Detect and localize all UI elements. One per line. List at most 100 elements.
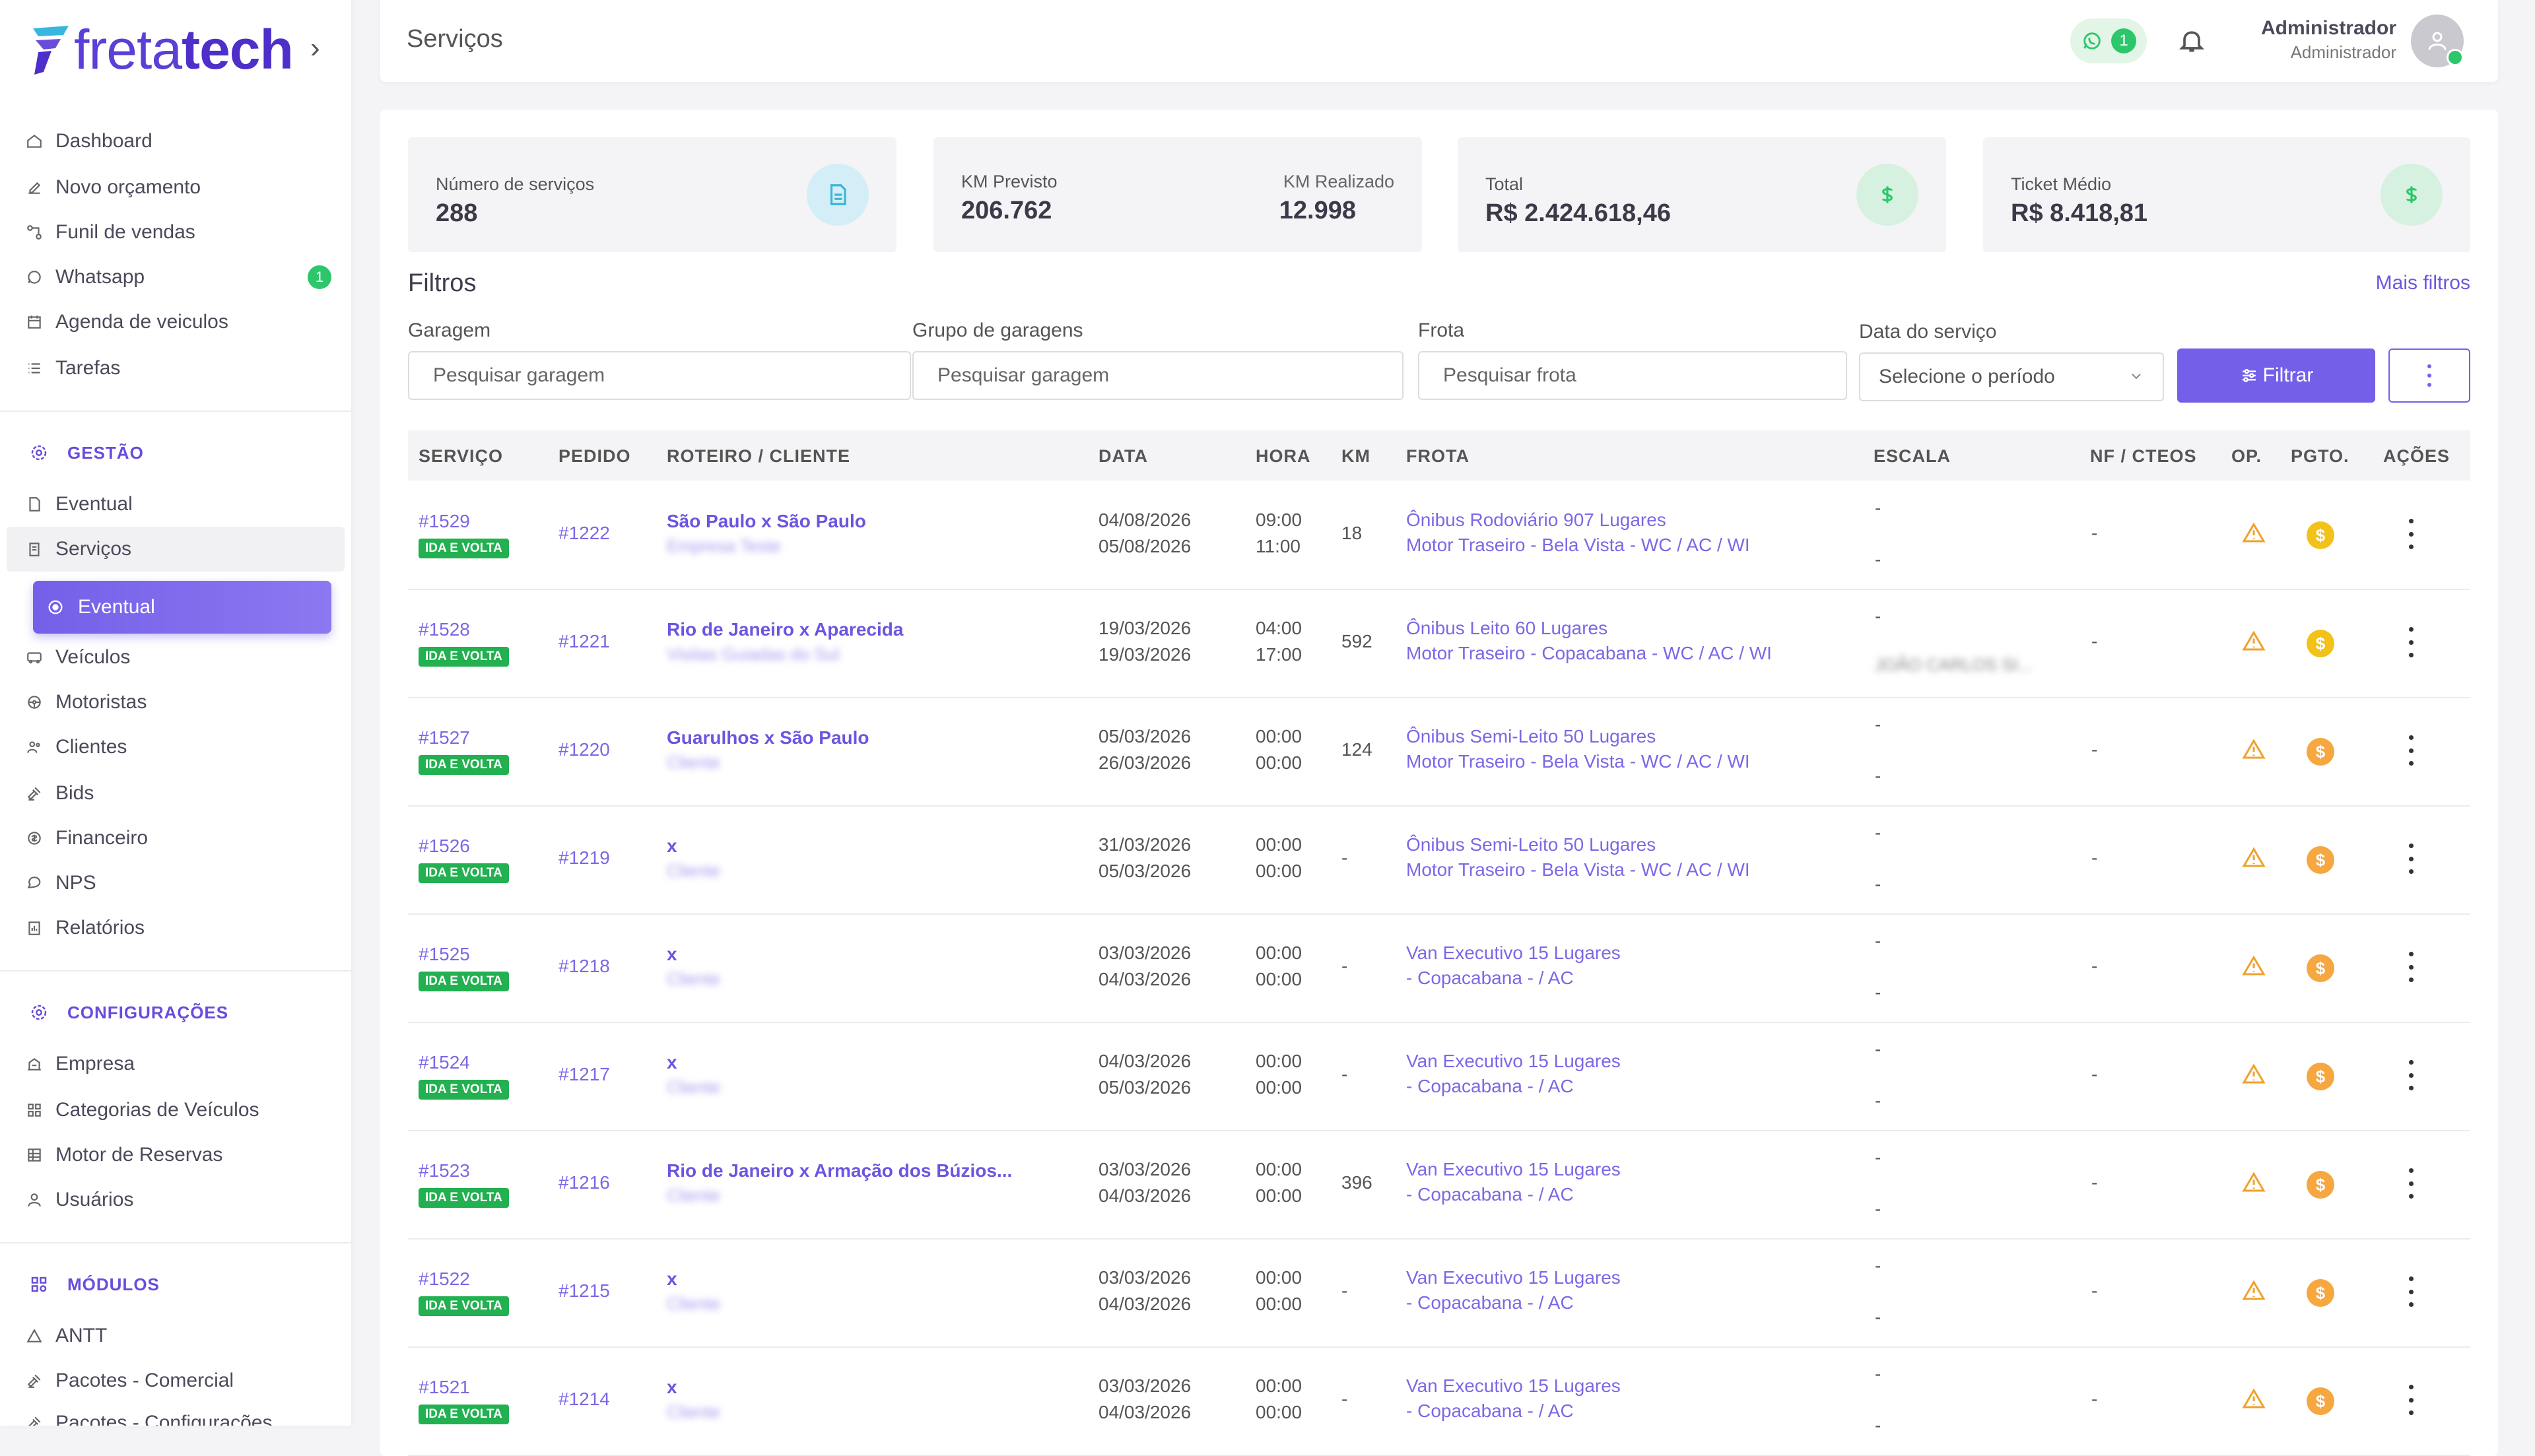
col-header-pgto[interactable]: PGTO. <box>2291 446 2349 467</box>
frota-details[interactable]: - Copacabana - / AC <box>1406 1292 1574 1313</box>
servico-id-link[interactable]: #1524 <box>419 1052 470 1073</box>
pedido-link[interactable]: #1215 <box>558 1280 610 1302</box>
periodo-select[interactable]: Selecione o período <box>1859 352 2164 401</box>
col-header-servico[interactable]: SERVIÇO <box>419 446 503 467</box>
frota-vehicle-link[interactable]: Van Executivo 15 Lugares <box>1406 1051 1621 1072</box>
sidebar-item-motor-de-reservas[interactable]: Motor de Reservas <box>25 1137 222 1174</box>
payment-dollar-icon[interactable]: $ <box>2307 521 2334 549</box>
user-name[interactable]: Administrador <box>2261 17 2396 40</box>
frota-details[interactable]: - Copacabana - / AC <box>1406 1076 1574 1097</box>
bell-icon[interactable] <box>2177 26 2206 55</box>
logo[interactable]: fretatech <box>29 18 294 81</box>
payment-dollar-icon[interactable]: $ <box>2307 1063 2334 1090</box>
more-filters-link[interactable]: Mais filtros <box>2376 272 2470 294</box>
roteiro-link[interactable]: x <box>667 836 677 857</box>
frota-details[interactable]: Motor Traseiro - Copacabana - WC / AC / … <box>1406 643 1772 664</box>
row-actions-kebab-icon[interactable] <box>2406 519 2416 549</box>
frota-details[interactable]: - Copacabana - / AC <box>1406 968 1574 989</box>
sidebar-item-servicos[interactable]: Serviços <box>25 531 131 568</box>
pedido-link[interactable]: #1222 <box>558 523 610 544</box>
row-actions-kebab-icon[interactable] <box>2406 952 2416 982</box>
sidebar-item-dashboard[interactable]: Dashboard <box>25 123 152 160</box>
roteiro-link[interactable]: x <box>667 1269 677 1290</box>
frota-vehicle-link[interactable]: Van Executivo 15 Lugares <box>1406 1375 1621 1397</box>
sidebar-item-whatsapp[interactable]: Whatsapp <box>25 259 145 296</box>
row-actions-kebab-icon[interactable] <box>2406 1168 2416 1199</box>
payment-dollar-icon[interactable]: $ <box>2307 630 2334 657</box>
sidebar-subitem-eventual-active[interactable]: Eventual <box>33 581 331 634</box>
sidebar-item-empresa[interactable]: Empresa <box>25 1045 135 1082</box>
sidebar-item-clientes[interactable]: Clientes <box>25 729 127 766</box>
col-header-frota[interactable]: FROTA <box>1406 446 1470 467</box>
collapse-chevron-icon[interactable]: › <box>310 32 320 65</box>
servico-id-link[interactable]: #1526 <box>419 836 470 857</box>
table-row[interactable]: #1526 IDA E VOLTA #1219 x Cliente 31/03/2026 0… <box>408 805 2470 915</box>
pedido-link[interactable]: #1216 <box>558 1172 610 1193</box>
col-header-acoes[interactable]: AÇÕES <box>2383 446 2450 467</box>
servico-id-link[interactable]: #1523 <box>419 1160 470 1181</box>
frota-details[interactable]: - Copacabana - / AC <box>1406 1184 1574 1205</box>
frota-vehicle-link[interactable]: Ônibus Semi-Leito 50 Lugares <box>1406 834 1656 855</box>
table-row[interactable]: #1527 IDA E VOLTA #1220 Guarulhos x São Pau… <box>408 697 2470 807</box>
warning-icon[interactable] <box>2242 1387 2266 1411</box>
sidebar-item-pacotes-configuracoes[interactable]: Pacotes - Configurações <box>25 1405 273 1426</box>
pedido-link[interactable]: #1220 <box>558 739 610 760</box>
pedido-link[interactable]: #1218 <box>558 956 610 977</box>
frota-details[interactable]: Motor Traseiro - Bela Vista - WC / AC / … <box>1406 535 1750 556</box>
frota-vehicle-link[interactable]: Ônibus Semi-Leito 50 Lugares <box>1406 726 1656 747</box>
col-header-data[interactable]: DATA <box>1098 446 1148 467</box>
servico-id-link[interactable]: #1528 <box>419 619 470 640</box>
more-options-button[interactable] <box>2388 348 2470 403</box>
sidebar-item-bids[interactable]: Bids <box>25 775 94 812</box>
table-row[interactable]: #1528 IDA E VOLTA #1221 Rio de Janeiro x Ap… <box>408 589 2470 698</box>
whatsapp-button[interactable]: 1 <box>2070 18 2147 63</box>
filter-button[interactable]: Filtrar <box>2177 348 2375 403</box>
frota-details[interactable]: Motor Traseiro - Bela Vista - WC / AC / … <box>1406 859 1750 880</box>
frota-vehicle-link[interactable]: Van Executivo 15 Lugares <box>1406 1267 1621 1288</box>
frota-vehicle-link[interactable]: Van Executivo 15 Lugares <box>1406 1159 1621 1180</box>
col-header-escala[interactable]: ESCALA <box>1874 446 1951 467</box>
warning-icon[interactable] <box>2242 1279 2266 1303</box>
sidebar-item-funil-de-vendas[interactable]: Funil de vendas <box>25 214 195 251</box>
col-header-op[interactable]: OP. <box>2231 446 2262 467</box>
row-actions-kebab-icon[interactable] <box>2406 1060 2416 1090</box>
servico-id-link[interactable]: #1522 <box>419 1269 470 1290</box>
frota-vehicle-link[interactable]: Ônibus Leito 60 Lugares <box>1406 618 1607 639</box>
warning-icon[interactable] <box>2242 846 2266 870</box>
frota-vehicle-link[interactable]: Ônibus Rodoviário 907 Lugares <box>1406 510 1666 531</box>
sidebar-item-tarefas[interactable]: Tarefas <box>25 350 120 387</box>
col-header-km[interactable]: KM <box>1341 446 1370 467</box>
sidebar-item-pacotes-comercial[interactable]: Pacotes - Comercial <box>25 1362 234 1399</box>
table-row[interactable]: #1529 IDA E VOLTA #1222 São Paulo x São Pau… <box>408 480 2470 590</box>
row-actions-kebab-icon[interactable] <box>2406 1276 2416 1307</box>
servico-id-link[interactable]: #1529 <box>419 511 470 532</box>
row-actions-kebab-icon[interactable] <box>2406 844 2416 874</box>
sidebar-item-usuarios[interactable]: Usuários <box>25 1181 133 1218</box>
servico-id-link[interactable]: #1525 <box>419 944 470 965</box>
payment-dollar-icon[interactable]: $ <box>2307 1171 2334 1199</box>
sidebar-item-categorias-de-veiculos[interactable]: Categorias de Veículos <box>25 1092 259 1129</box>
sidebar-item-veiculos[interactable]: Veículos <box>25 639 130 676</box>
sidebar-item-financeiro[interactable]: Financeiro <box>25 820 148 857</box>
table-row[interactable]: #1521 IDA E VOLTA #1214 x Cliente 03/03/2026 0… <box>408 1346 2470 1456</box>
roteiro-link[interactable]: Rio de Janeiro x Aparecida <box>667 619 903 640</box>
row-actions-kebab-icon[interactable] <box>2406 1385 2416 1415</box>
roteiro-link[interactable]: x <box>667 1052 677 1073</box>
roteiro-link[interactable]: Guarulhos x São Paulo <box>667 727 869 748</box>
sidebar-item-antt[interactable]: ANTT <box>25 1317 107 1354</box>
roteiro-link[interactable]: São Paulo x São Paulo <box>667 511 866 532</box>
warning-icon[interactable] <box>2242 954 2266 978</box>
pedido-link[interactable]: #1219 <box>558 847 610 869</box>
frota-input[interactable] <box>1418 351 1847 400</box>
col-header-hora[interactable]: HORA <box>1256 446 1311 467</box>
frota-details[interactable]: Motor Traseiro - Bela Vista - WC / AC / … <box>1406 751 1750 772</box>
roteiro-link[interactable]: x <box>667 1377 677 1398</box>
table-row[interactable]: #1522 IDA E VOLTA #1215 x Cliente 03/03/2026 0… <box>408 1238 2470 1348</box>
garagem-input[interactable] <box>408 351 911 400</box>
servico-id-link[interactable]: #1521 <box>419 1377 470 1398</box>
payment-dollar-icon[interactable]: $ <box>2307 1387 2334 1415</box>
warning-icon[interactable] <box>2242 1171 2266 1195</box>
roteiro-link[interactable]: Rio de Janeiro x Armação dos Búzios... <box>667 1160 1012 1181</box>
sidebar-item-relatorios[interactable]: Relatórios <box>25 910 145 946</box>
table-row[interactable]: #1524 IDA E VOLTA #1217 x Cliente 04/03/2026 0… <box>408 1022 2470 1131</box>
